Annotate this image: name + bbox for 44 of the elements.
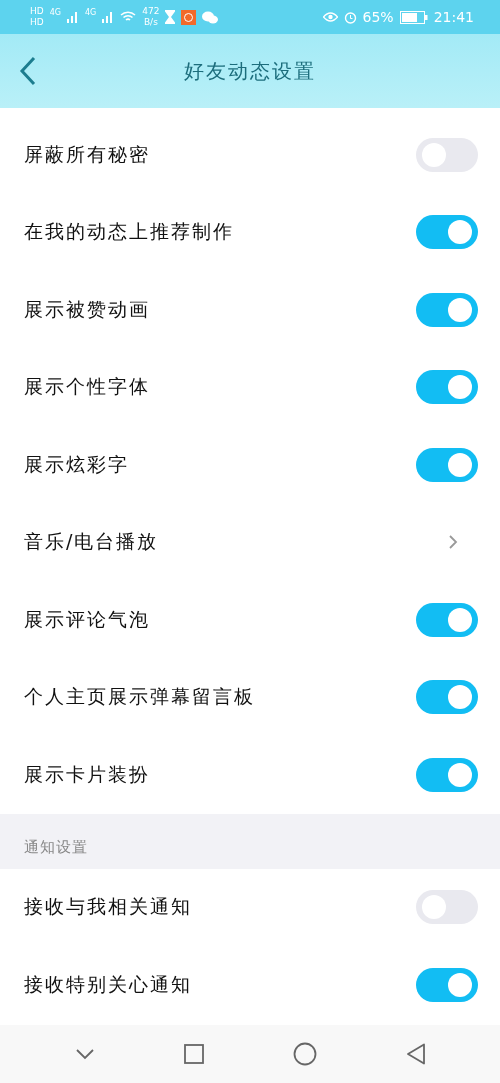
section-title: 通知设置 [24,837,88,857]
setting-label: 在我的动态上推荐制作 [24,219,235,245]
signal-icon [67,11,79,23]
back-icon[interactable] [18,56,38,86]
setting-label: 音乐/电台播放 [24,529,160,555]
setting-label: 接收与我相关通知 [24,894,193,920]
page-title: 好友动态设置 [183,57,317,85]
toggle-switch[interactable] [416,215,478,250]
setting-label: 接收特别关心通知 [24,971,193,997]
hd-label: HD [30,17,44,28]
eye-icon [322,12,338,22]
network-label: 4G [49,8,61,17]
recents-icon[interactable] [183,1044,204,1064]
toggle-switch[interactable] [416,757,478,792]
toggle-switch[interactable] [416,447,478,482]
speed-value: 472 [142,6,160,17]
toggle-switch[interactable] [416,680,478,715]
alarm-icon [343,10,357,24]
setting-label: 个人主页展示弹幕留言板 [24,684,256,710]
setting-label: 屏蔽所有秘密 [24,141,151,167]
back-triangle-icon[interactable] [405,1043,426,1065]
home-icon[interactable] [292,1042,317,1066]
app-icon [181,9,197,25]
speed-unit: B/s [143,17,158,28]
toggle-switch[interactable] [416,370,478,405]
setting-label: 展示炫彩字 [24,451,130,477]
hd-label: HD [30,6,44,17]
toggle-switch[interactable] [416,967,478,1002]
signal-icon [102,11,115,23]
clock-time: 21:41 [433,9,474,25]
network-label: 4G [85,8,97,17]
wifi-icon [120,11,137,23]
toggle-switch[interactable] [416,602,478,637]
toggle-switch[interactable] [416,292,478,327]
chat-icon [202,10,219,24]
setting-label: 展示个性字体 [24,374,151,400]
setting-label: 展示卡片装扮 [24,761,151,787]
hourglass-icon [165,10,176,24]
battery-icon [399,10,428,24]
chevron-down-icon[interactable] [74,1048,95,1060]
battery-percent: 65% [362,9,394,25]
chevron-right-icon[interactable] [448,534,458,551]
setting-label: 展示评论气泡 [24,606,151,632]
setting-label: 展示被赞动画 [24,296,151,322]
